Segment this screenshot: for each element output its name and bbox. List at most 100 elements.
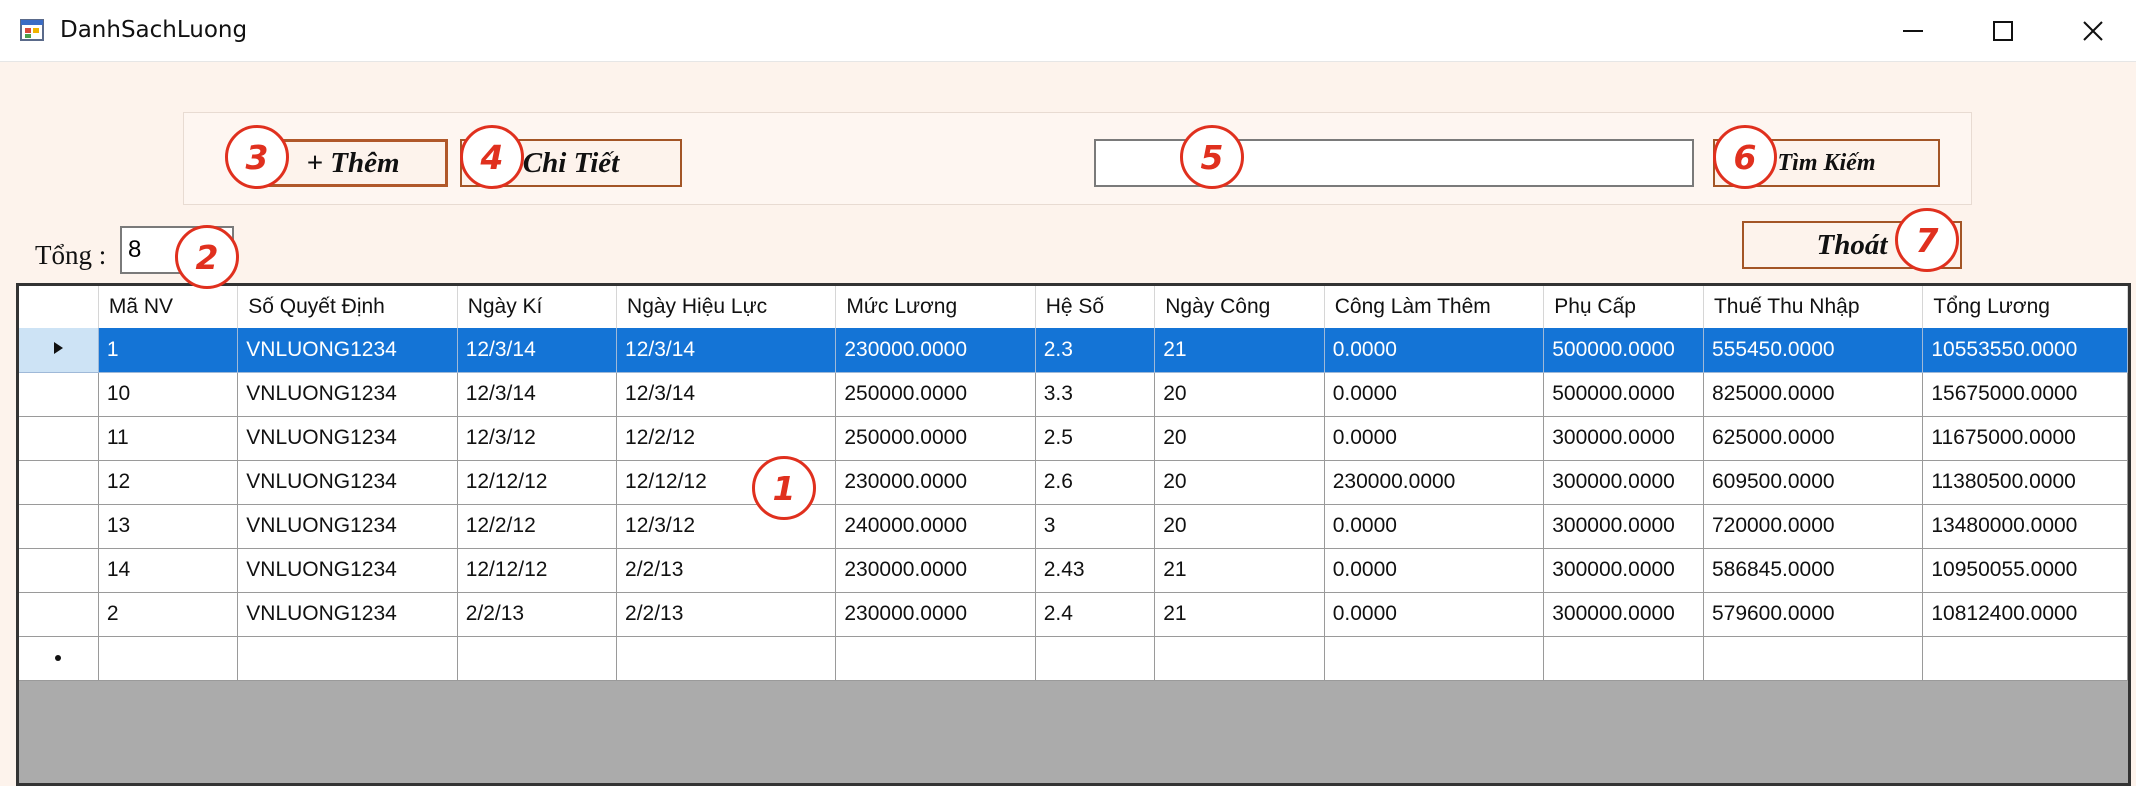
grid-cell[interactable]: 12/3/14 [616,328,837,373]
grid-cell[interactable]: VNLUONG1234 [237,460,458,505]
grid-cell[interactable]: 500000.0000 [1543,372,1704,417]
grid-cell[interactable]: 230000.0000 [835,548,1036,593]
grid-cell[interactable]: 11380500.0000 [1922,460,2128,505]
column-header[interactable]: Ngày Công [1154,286,1325,328]
grid-cell[interactable]: 0.0000 [1324,548,1545,593]
grid-cell[interactable]: 0.0000 [1324,372,1545,417]
grid-cell[interactable]: 13 [98,504,239,549]
grid-cell[interactable]: 0.0000 [1324,328,1545,373]
grid-cell[interactable]: 12/3/14 [457,328,618,373]
grid-cell[interactable] [1703,636,1924,681]
row-header-cell[interactable] [19,636,99,681]
grid-cell[interactable]: VNLUONG1234 [237,548,458,593]
grid-cell[interactable]: VNLUONG1234 [237,372,458,417]
grid-cell[interactable]: 230000.0000 [835,328,1036,373]
minimize-button[interactable] [1868,0,1958,62]
grid-cell[interactable]: 11 [98,416,239,461]
grid-cell[interactable]: 3.3 [1035,372,1156,417]
row-header-cell[interactable] [19,548,99,593]
grid-cell[interactable]: 300000.0000 [1543,460,1704,505]
grid-cell[interactable] [237,636,458,681]
row-header-cell[interactable] [19,416,99,461]
row-header-cell[interactable] [19,460,99,505]
column-header[interactable]: Thuế Thu Nhập [1703,286,1924,328]
grid-cell[interactable]: 230000.0000 [835,460,1036,505]
grid-cell[interactable]: VNLUONG1234 [237,504,458,549]
column-header[interactable]: Mã NV [98,286,239,328]
close-button[interactable] [2048,0,2136,62]
grid-cell[interactable]: 0.0000 [1324,504,1545,549]
row-header-cell[interactable] [19,504,99,549]
grid-cell[interactable]: 250000.0000 [835,416,1036,461]
grid-cell[interactable] [98,636,239,681]
new-row[interactable] [19,636,2128,681]
table-row[interactable]: 10 VNLUONG1234 12/3/14 12/3/14 250000.0000 3.… [19,372,2128,417]
grid-cell[interactable]: 230000.0000 [835,592,1036,637]
grid-cell[interactable]: 20 [1154,416,1325,461]
row-header-cell[interactable] [19,328,99,373]
grid-cell[interactable]: 0.0000 [1324,416,1545,461]
column-header[interactable]: Số Quyết Định [237,286,458,328]
grid-cell[interactable]: VNLUONG1234 [237,592,458,637]
grid-cell[interactable]: 21 [1154,592,1325,637]
grid-cell[interactable]: 625000.0000 [1703,416,1924,461]
column-header[interactable]: Ngày Hiệu Lực [616,286,837,328]
grid-cell[interactable] [1922,636,2128,681]
grid-cell[interactable]: 500000.0000 [1543,328,1704,373]
grid-cell[interactable]: 609500.0000 [1703,460,1924,505]
grid-cell[interactable]: 10812400.0000 [1922,592,2128,637]
grid-cell[interactable]: 12/12/12 [457,548,618,593]
grid-cell[interactable]: 20 [1154,460,1325,505]
grid-cell[interactable]: 230000.0000 [1324,460,1545,505]
grid-cell[interactable]: 579600.0000 [1703,592,1924,637]
column-header[interactable]: Mức Lương [835,286,1036,328]
column-header[interactable]: Ngày Kí [457,286,618,328]
column-header[interactable]: Hệ Số [1035,286,1156,328]
grid-cell[interactable]: 12/2/12 [457,504,618,549]
grid-cell[interactable] [1543,636,1704,681]
table-row[interactable]: 2 VNLUONG1234 2/2/13 2/2/13 230000.0000 2.4 21… [19,592,2128,637]
table-row[interactable]: 14 VNLUONG1234 12/12/12 2/2/13 230000.0000 2.… [19,548,2128,593]
grid-cell[interactable]: 300000.0000 [1543,592,1704,637]
grid-cell[interactable] [1035,636,1156,681]
grid-cell[interactable]: 240000.0000 [835,504,1036,549]
grid-cell[interactable]: 720000.0000 [1703,504,1924,549]
grid-cell[interactable]: 2/2/13 [457,592,618,637]
column-header[interactable]: Tổng Lương [1922,286,2128,328]
grid-cell[interactable] [835,636,1036,681]
grid-cell[interactable]: 20 [1154,372,1325,417]
column-header[interactable]: Công Làm Thêm [1324,286,1545,328]
grid-cell[interactable]: 10553550.0000 [1922,328,2128,373]
table-row[interactable]: 13 VNLUONG1234 12/2/12 12/3/12 240000.0000 3 2… [19,504,2128,549]
grid-cell[interactable]: 3 [1035,504,1156,549]
grid-cell[interactable]: 2.5 [1035,416,1156,461]
grid-cell[interactable]: 21 [1154,548,1325,593]
grid-cell[interactable]: 1 [98,328,239,373]
grid-cell[interactable]: 12/3/14 [616,372,837,417]
grid-corner-cell[interactable] [19,286,99,328]
column-header[interactable]: Phụ Cấp [1543,286,1704,328]
grid-cell[interactable]: 2/2/13 [616,548,837,593]
grid-cell[interactable]: 12/3/12 [457,416,618,461]
grid-cell[interactable]: 12/12/12 [457,460,618,505]
grid-cell[interactable]: 11675000.0000 [1922,416,2128,461]
grid-cell[interactable]: 10950055.0000 [1922,548,2128,593]
grid-cell[interactable]: 21 [1154,328,1325,373]
grid-cell[interactable]: 250000.0000 [835,372,1036,417]
grid-cell[interactable]: VNLUONG1234 [237,328,458,373]
grid-cell[interactable]: 300000.0000 [1543,548,1704,593]
grid-cell[interactable] [616,636,837,681]
grid-cell[interactable] [457,636,618,681]
grid-cell[interactable]: 0.0000 [1324,592,1545,637]
grid-cell[interactable] [1154,636,1325,681]
grid-cell[interactable]: 586845.0000 [1703,548,1924,593]
grid-cell[interactable]: 15675000.0000 [1922,372,2128,417]
grid-cell[interactable]: 2 [98,592,239,637]
grid-cell[interactable]: 2/2/13 [616,592,837,637]
grid-cell[interactable]: 20 [1154,504,1325,549]
grid-cell[interactable]: 825000.0000 [1703,372,1924,417]
grid-cell[interactable]: 2.6 [1035,460,1156,505]
grid-cell[interactable]: 2.3 [1035,328,1156,373]
grid-cell[interactable]: 12/3/14 [457,372,618,417]
row-header-cell[interactable] [19,372,99,417]
